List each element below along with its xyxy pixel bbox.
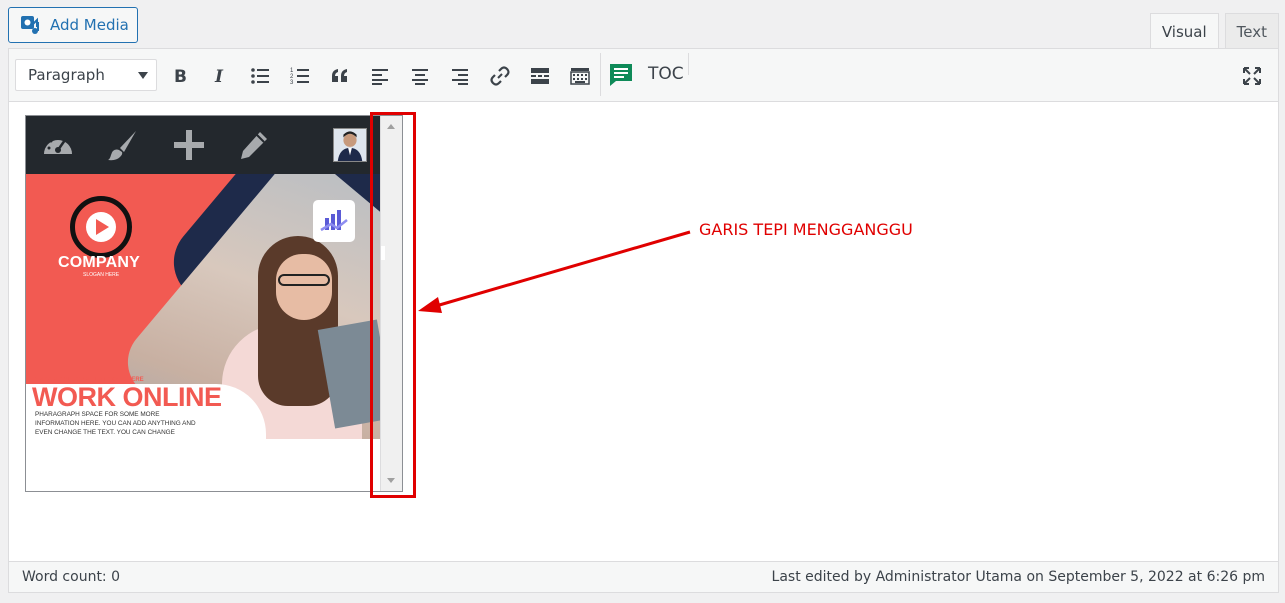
word-count: Word count: 0 bbox=[22, 569, 121, 585]
toolbar-separator bbox=[688, 53, 689, 75]
status-bar: Word count: 0 Last edited by Administrat… bbox=[9, 561, 1278, 592]
bold-icon: B bbox=[174, 67, 187, 86]
svg-text:I: I bbox=[214, 67, 224, 86]
tab-visual[interactable]: Visual bbox=[1149, 13, 1219, 50]
editor-toolbar: Paragraph B I 123 TOC bbox=[9, 49, 1278, 102]
toolbar-toggle-button[interactable] bbox=[565, 62, 595, 90]
toc-button[interactable]: TOC bbox=[648, 64, 684, 84]
editor: Paragraph B I 123 TOC COMPANY SLOGAN HER… bbox=[8, 48, 1279, 593]
align-left-icon bbox=[372, 69, 388, 85]
play-triangle bbox=[96, 219, 109, 235]
woman-glasses bbox=[278, 274, 330, 286]
edit-pencil-icon[interactable] bbox=[238, 128, 272, 162]
customize-brush-icon[interactable] bbox=[106, 128, 140, 162]
align-center-icon bbox=[412, 69, 428, 85]
comment-button[interactable] bbox=[606, 60, 636, 90]
paragraph-text: PHARAGRAPH SPACE FOR SOME MORE INFORMATI… bbox=[35, 411, 196, 436]
bulleted-list-icon bbox=[251, 68, 269, 84]
woman-face bbox=[276, 254, 332, 320]
read-more-button[interactable] bbox=[525, 62, 555, 90]
comment-icon bbox=[610, 64, 632, 86]
chart-icon bbox=[320, 210, 348, 232]
format-select-value: Paragraph bbox=[28, 66, 105, 84]
fullscreen-icon bbox=[1243, 67, 1261, 85]
admin-bar bbox=[26, 116, 380, 174]
company-logo-icon bbox=[70, 196, 132, 258]
user-avatar[interactable] bbox=[333, 128, 367, 162]
embedded-iframe[interactable]: COMPANY SLOGAN HERE AMAZING SLOGAN TEXT … bbox=[25, 115, 403, 492]
keyboard-icon bbox=[570, 68, 590, 85]
add-media-label: Add Media bbox=[50, 16, 129, 34]
read-more-icon bbox=[531, 68, 549, 84]
dashboard-icon[interactable] bbox=[41, 128, 75, 162]
promo-image: COMPANY SLOGAN HERE AMAZING SLOGAN TEXT … bbox=[26, 174, 380, 439]
chevron-down-icon bbox=[138, 72, 148, 79]
align-right-button[interactable] bbox=[445, 62, 475, 90]
bulleted-list-button[interactable] bbox=[245, 62, 275, 90]
align-right-icon bbox=[452, 69, 468, 85]
add-media-button[interactable]: Add Media bbox=[8, 7, 138, 43]
last-edited: Last edited by Administrator Utama on Se… bbox=[771, 569, 1265, 585]
insert-link-button[interactable] bbox=[485, 62, 515, 90]
bold-button[interactable]: B bbox=[165, 62, 195, 90]
company-name: COMPANY bbox=[58, 254, 140, 271]
tab-text[interactable]: Text bbox=[1224, 13, 1279, 49]
new-plus-icon[interactable] bbox=[172, 128, 206, 162]
add-media-icon bbox=[21, 16, 39, 34]
blockquote-button[interactable] bbox=[325, 62, 355, 90]
annotation-highlight-box bbox=[370, 112, 416, 498]
numbered-list-icon: 123 bbox=[290, 68, 309, 86]
company-slogan: SLOGAN HERE bbox=[83, 272, 120, 278]
fullscreen-button[interactable] bbox=[1237, 62, 1267, 90]
avatar-icon bbox=[337, 131, 363, 161]
editor-content[interactable]: COMPANY SLOGAN HERE AMAZING SLOGAN TEXT … bbox=[9, 102, 1278, 561]
editor-tabs: Visual Text bbox=[1149, 13, 1279, 50]
link-icon bbox=[490, 66, 510, 86]
format-select[interactable]: Paragraph bbox=[15, 59, 157, 91]
align-left-button[interactable] bbox=[365, 62, 395, 90]
align-center-button[interactable] bbox=[405, 62, 435, 90]
annotation-label: GARIS TEPI MENGGANGGU bbox=[699, 220, 913, 239]
headline: WORK ONLINE bbox=[32, 382, 222, 412]
quote-icon bbox=[332, 69, 347, 82]
toolbar-separator bbox=[600, 53, 601, 96]
italic-icon: I bbox=[214, 67, 224, 86]
svg-text:B: B bbox=[174, 67, 187, 86]
analytics-badge[interactable] bbox=[313, 200, 355, 242]
svg-text:3: 3 bbox=[290, 80, 294, 86]
numbered-list-button[interactable]: 123 bbox=[285, 62, 315, 90]
italic-button[interactable]: I bbox=[205, 62, 235, 90]
